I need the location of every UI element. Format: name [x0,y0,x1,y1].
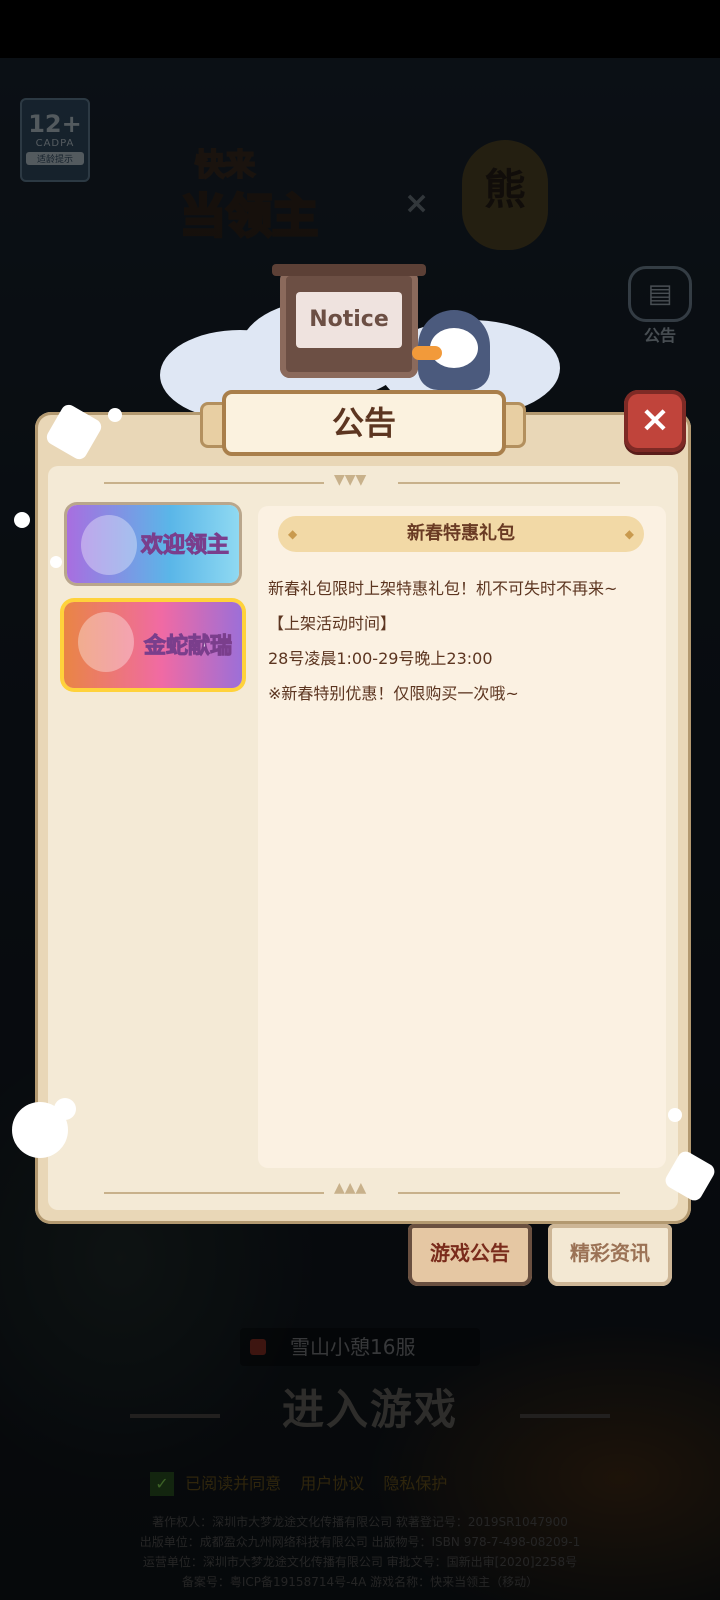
close-button[interactable]: × [624,390,686,452]
notice-paragraph: ※新春特别优惠！仅限购买一次哦~ [268,684,519,703]
notice-article-title: 新春特惠礼包 [278,516,644,552]
dialog-title: 公告 [331,404,396,442]
snowflake-decoration [54,1098,76,1120]
divider-line [104,482,324,484]
divider-line [398,482,620,484]
notice-sign: Notice [272,264,426,378]
snowflake-decoration [108,408,122,422]
dialog-title-banner: 公告 [200,390,526,456]
sign-post [272,264,426,276]
character-thumbnail [78,612,134,672]
penguin-beak [412,346,442,360]
character-thumbnail [81,515,137,575]
penguin-mascot [412,310,490,390]
divider-line [398,1192,620,1194]
notice-paragraph: 新春礼包限时上架特惠礼包！机不可失时不再来~ [268,579,618,598]
tab-featured-news[interactable]: 精彩资讯 [548,1224,672,1286]
divider-line [104,1192,324,1194]
snowflake-decoration [50,556,62,568]
notice-sign-text: Notice [296,292,402,348]
divider-ornament: ▲▲▲ [334,1180,367,1196]
status-bar [0,0,720,58]
notice-paragraph: 28号凌晨1:00-29号晚上23:00 [268,649,493,668]
notice-content-panel[interactable] [258,506,666,1168]
notice-list-label: 金蛇献瑞 [143,634,232,660]
tab-game-notice[interactable]: 游戏公告 [408,1224,532,1286]
close-icon: × [639,399,671,440]
notice-list-item[interactable]: 欢迎领主 [67,505,239,583]
notice-list-label: 欢迎领主 [140,533,229,559]
snowflake-decoration [668,1108,682,1122]
snowflake-decoration [14,512,30,528]
divider-ornament: ▼▼▼ [334,472,367,488]
notice-list-item-selected[interactable]: 金蛇献瑞 [64,602,242,688]
notice-paragraph: 【上架活动时间】 [268,614,397,633]
